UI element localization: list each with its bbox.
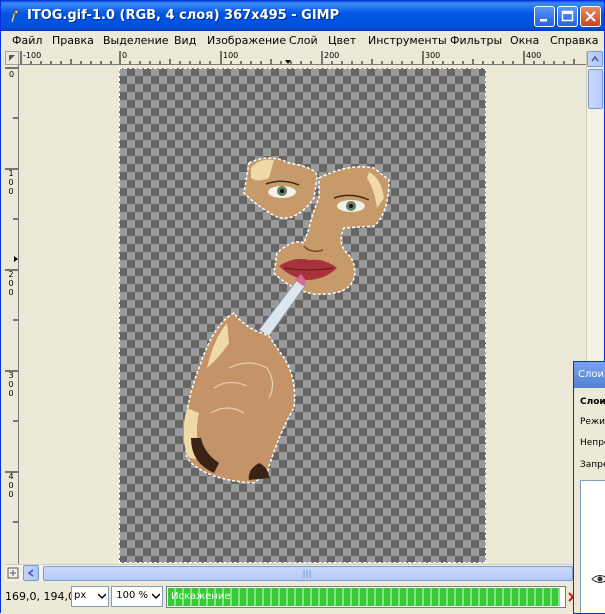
menu-help[interactable]: Справка <box>550 34 598 47</box>
pointer-coordinates: 169,0, 194,0 <box>5 590 75 603</box>
menu-filters[interactable]: Фильтры <box>450 34 502 47</box>
vruler-label: 400 <box>8 472 14 499</box>
image-boundary <box>119 68 486 563</box>
navigate-button[interactable] <box>5 565 21 581</box>
horizontal-scrollbar[interactable] <box>5 564 586 581</box>
minimize-icon <box>540 19 547 22</box>
menu-edit[interactable]: Правка <box>52 34 94 47</box>
canvas-area[interactable] <box>20 66 586 564</box>
horizontal-ruler[interactable]: -100 0 100 200 300 400 <box>19 51 586 65</box>
image-canvas[interactable] <box>119 68 486 563</box>
navigate-icon <box>7 567 19 579</box>
minimize-button[interactable] <box>534 6 555 27</box>
ruler-ticks <box>20 51 575 64</box>
unit-select[interactable]: px <box>71 586 109 607</box>
status-bar: 169,0, 194,0 px 100 % Искажение <box>1 583 604 613</box>
unit-value: px <box>74 590 87 601</box>
menu-select[interactable]: Выделение <box>103 34 169 47</box>
menu-bar: Файл Правка Выделение Вид Изображение Сл… <box>1 31 604 51</box>
maximize-icon <box>561 10 574 22</box>
hruler-label: 400 <box>526 51 542 60</box>
maximize-button[interactable] <box>557 6 578 27</box>
menu-file[interactable]: Файл <box>12 34 42 47</box>
title-bar[interactable]: ITOG.gif-1.0 (RGB, 4 слоя) 367x495 - GIM… <box>1 1 604 31</box>
chevron-down-icon <box>152 593 160 600</box>
zoom-select[interactable]: 100 % <box>111 586 163 607</box>
ruler-pointer-icon <box>14 256 18 262</box>
gimp-wilber-icon <box>10 9 19 23</box>
layers-dialog[interactable]: Слои Слои Режим Непро Запре <box>573 361 605 614</box>
close-icon <box>585 11 596 22</box>
hruler-label: 100 <box>223 51 239 60</box>
vertical-ruler[interactable]: 0 100 200 300 400 <box>5 65 19 565</box>
scroll-thumb[interactable] <box>43 566 573 581</box>
chevron-down-icon <box>98 593 106 600</box>
hruler-label: 200 <box>324 51 340 60</box>
vruler-label: 200 <box>8 270 14 297</box>
grip-icon <box>303 570 311 578</box>
progress-label: Искажение <box>171 591 231 602</box>
progress-bar: Искажение <box>166 586 566 608</box>
arrow-up-icon <box>591 55 599 62</box>
scroll-left-button[interactable] <box>23 565 39 581</box>
quick-mask-corner-button[interactable] <box>5 51 19 65</box>
window-title: ITOG.gif-1.0 (RGB, 4 слоя) 367x495 - GIM… <box>27 8 340 23</box>
vruler-label: 300 <box>8 371 14 398</box>
hruler-label: 0 <box>122 51 128 60</box>
arrow-left-icon <box>27 569 34 577</box>
menu-tools[interactable]: Инструменты <box>368 34 447 47</box>
scroll-up-button[interactable] <box>587 51 603 67</box>
scroll-thumb[interactable] <box>588 69 603 109</box>
lock-label: Запре <box>580 460 605 470</box>
arrow-corner-icon <box>9 55 15 61</box>
opacity-label: Непро <box>580 438 605 448</box>
close-button[interactable] <box>580 6 601 27</box>
mode-label: Режим <box>580 417 605 427</box>
eye-icon[interactable] <box>591 573 605 585</box>
gimp-image-window: ITOG.gif-1.0 (RGB, 4 слоя) 367x495 - GIM… <box>0 0 605 614</box>
layers-list[interactable] <box>580 480 605 613</box>
vruler-label: 100 <box>8 169 14 196</box>
hruler-label: 300 <box>425 51 441 60</box>
zoom-value: 100 % <box>116 590 148 601</box>
menu-colors[interactable]: Цвет <box>328 34 356 47</box>
menu-image[interactable]: Изображение <box>207 34 286 47</box>
vruler-label: 0 <box>8 70 15 79</box>
menu-layer[interactable]: Слой <box>289 34 318 47</box>
menu-windows[interactable]: Окна <box>510 34 539 47</box>
hruler-label: -100 <box>23 51 42 60</box>
layers-tab-label[interactable]: Слои <box>580 397 605 407</box>
ruler-pointer-icon <box>285 60 291 64</box>
layers-dialog-title[interactable]: Слои <box>574 362 605 388</box>
menu-view[interactable]: Вид <box>174 34 196 47</box>
